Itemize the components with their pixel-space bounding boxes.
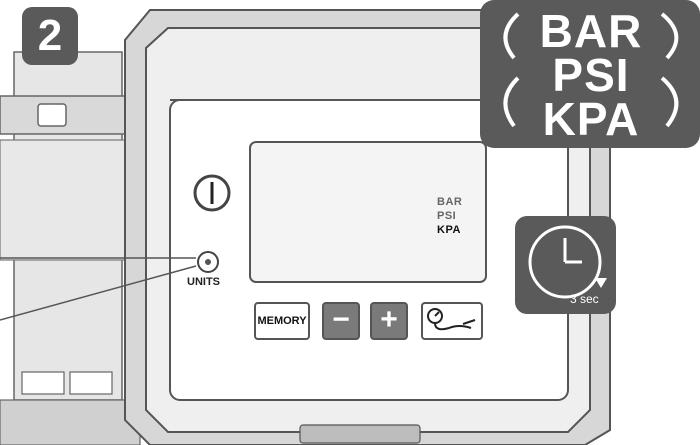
- units-panel-bar: BAR: [539, 5, 643, 57]
- lcd-unit-kpa: KPA: [437, 224, 461, 236]
- timer-label: 3 sec: [570, 292, 599, 306]
- lcd-unit-bar: BAR: [437, 196, 463, 208]
- units-button-label: UNITS: [187, 276, 220, 288]
- clock-arrow-icon: [595, 278, 607, 288]
- units-panel-psi: PSI: [552, 49, 630, 101]
- plus-button[interactable]: +: [370, 302, 408, 340]
- lcd-unit-psi: PSI: [437, 210, 457, 222]
- step-number: 2: [37, 11, 63, 60]
- minus-button[interactable]: −: [322, 302, 360, 340]
- pressure-gauge-button[interactable]: [421, 302, 483, 340]
- units-panel-kpa: KPA: [542, 93, 640, 145]
- memory-button[interactable]: MEMORY: [254, 302, 310, 340]
- gauge-icon: [427, 308, 476, 331]
- instruction-illustration: 2 BAR PSI KPA BAR PSI KPA UNITS MEMORY −…: [0, 0, 700, 445]
